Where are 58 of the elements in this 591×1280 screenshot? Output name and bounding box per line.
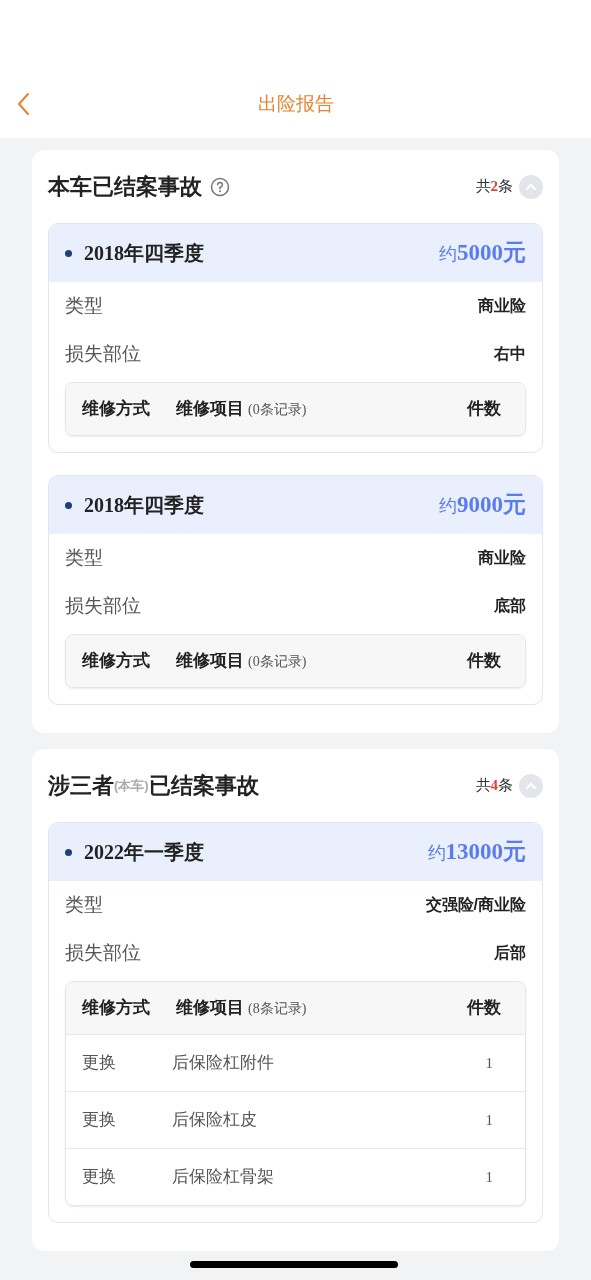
field-value: 后部 <box>494 943 526 963</box>
field-label: 损失部位 <box>65 341 141 366</box>
record-count: (0条记录) <box>248 652 307 671</box>
total-count: 2 <box>490 177 498 197</box>
table-cell-text: 后保险杠皮 <box>172 1109 257 1132</box>
back-icon[interactable] <box>16 92 30 116</box>
column-header: 件数 <box>467 650 502 673</box>
field-value: 右中 <box>494 344 526 364</box>
field-label: 类型 <box>65 545 103 570</box>
total-prefix: 共 <box>475 775 491 796</box>
amount-prefix: 约 <box>439 494 457 518</box>
amount-prefix: 约 <box>439 242 457 266</box>
column-header: 维修项目 <box>176 997 244 1020</box>
accident-amount: 9000元 <box>457 490 526 519</box>
column-header: 维修方式 <box>82 997 151 1020</box>
accident-amount: 13000元 <box>445 837 526 866</box>
column-header: 维修方式 <box>82 650 151 673</box>
column-header: 维修项目 <box>176 650 244 673</box>
table-cell-text: 1 <box>485 1053 494 1073</box>
field-value: 商业险 <box>478 548 526 568</box>
record-count: (0条记录) <box>248 400 307 419</box>
column-header: 件数 <box>467 997 502 1020</box>
column-header: 件数 <box>467 398 502 421</box>
page-title: 出险报告 <box>256 91 335 116</box>
accident-period: 2022年一季度 <box>84 840 204 865</box>
column-header: 维修项目 <box>176 398 244 421</box>
section-title: 涉三者 <box>48 772 114 800</box>
field-label: 损失部位 <box>65 940 141 965</box>
table-cell-text: 更换 <box>82 1052 117 1075</box>
table-cell-text: 后保险杠骨架 <box>172 1166 274 1189</box>
amount-prefix: 约 <box>427 841 446 865</box>
help-icon[interactable] <box>210 176 230 197</box>
total-count: 4 <box>490 776 498 796</box>
bullet-icon <box>65 848 72 856</box>
field-value: 交强险/商业险 <box>425 895 526 915</box>
field-value: 商业险 <box>478 296 526 316</box>
field-label: 损失部位 <box>65 593 141 618</box>
table-cell-text: 1 <box>485 1110 494 1130</box>
total-suffix: 条 <box>498 775 513 796</box>
table-cell-text: 后保险杠附件 <box>172 1052 274 1075</box>
section-title: 本车已结案事故 <box>48 173 202 201</box>
bullet-icon <box>65 501 72 509</box>
title-note: (本车) <box>114 777 149 793</box>
accident-period: 2018年四季度 <box>84 241 204 266</box>
total-suffix: 条 <box>498 176 513 197</box>
table-cell-text: 更换 <box>82 1109 117 1132</box>
field-value: 底部 <box>494 596 526 616</box>
section-title: 已结案事故 <box>148 772 259 800</box>
table-cell-text: 1 <box>485 1167 494 1187</box>
field-label: 类型 <box>65 293 103 318</box>
accident-period: 2018年四季度 <box>84 493 204 518</box>
table-cell-text: 更换 <box>82 1166 117 1189</box>
column-header: 维修方式 <box>82 398 151 421</box>
record-count: (8条记录) <box>248 999 307 1018</box>
total-prefix: 共 <box>475 176 491 197</box>
bullet-icon <box>65 249 72 257</box>
field-label: 类型 <box>65 892 103 917</box>
accident-amount: 5000元 <box>457 238 526 267</box>
